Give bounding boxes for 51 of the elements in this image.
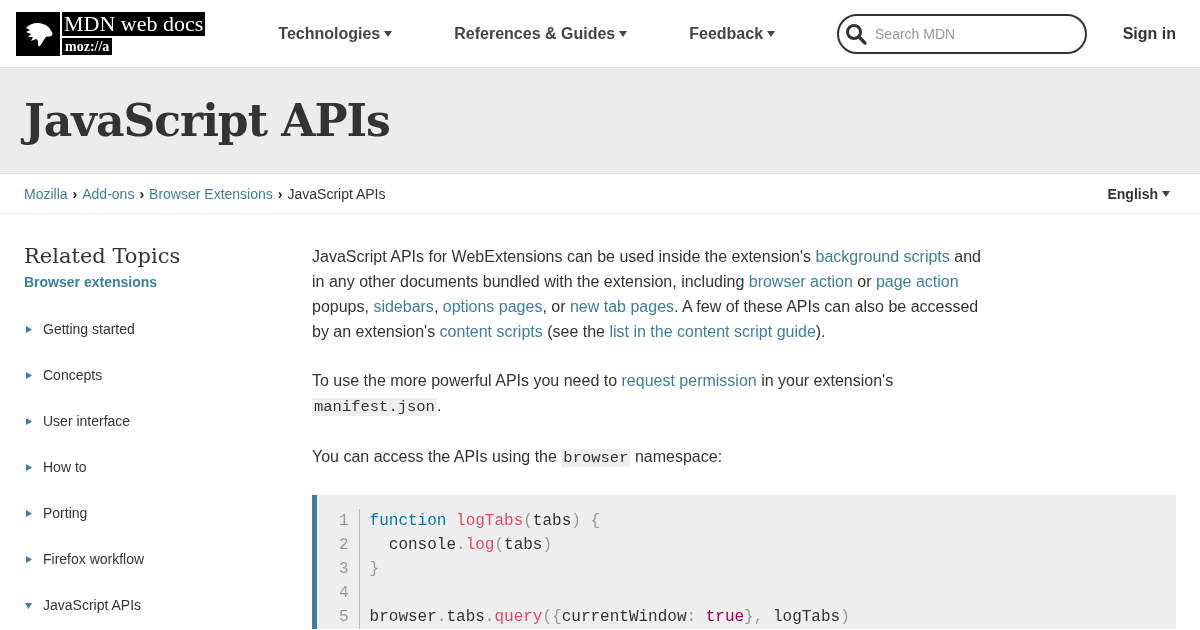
line-number: 2 <box>339 535 349 556</box>
breadcrumb-separator: › <box>72 185 78 202</box>
text-link[interactable]: page action <box>875 273 959 290</box>
code-line: } <box>369 559 381 580</box>
line-number: 5 <box>339 607 349 628</box>
sidebar-heading: Related Topics <box>24 244 182 268</box>
line-number: 3 <box>339 559 349 580</box>
breadcrumb-link[interactable]: Mozilla <box>24 185 68 202</box>
code-line: function logTabs(tabs) { <box>369 511 602 532</box>
breadcrumb-link[interactable]: Add-ons <box>82 185 135 202</box>
code-line: console.log(tabs) <box>387 535 554 556</box>
sidebar-item[interactable]: Concepts <box>43 367 103 383</box>
logo-title: MDN web docs <box>62 11 206 36</box>
caret-icon <box>619 30 628 37</box>
sidebar-item[interactable]: JavaScript APIs <box>43 597 142 613</box>
code-line: browser.tabs.query({currentWindow: true}, logTabs) <box>369 607 850 628</box>
language-selector[interactable]: English <box>1107 185 1170 202</box>
text-link[interactable]: sidebars <box>373 298 434 315</box>
body-paragraph: You can access the APIs using the browser namespace: <box>312 447 724 469</box>
text-link[interactable]: options pages <box>442 298 543 315</box>
nav-menu-item[interactable]: Feedback <box>689 24 776 43</box>
caret-icon <box>767 30 776 37</box>
line-number: 4 <box>339 583 349 604</box>
caret-icon <box>1162 190 1170 197</box>
sidebar-item[interactable]: Porting <box>43 505 88 521</box>
sidebar-item[interactable]: How to <box>43 459 87 475</box>
search-field[interactable]: Search MDN <box>837 13 1088 54</box>
nav-menu-item[interactable]: Technologies <box>278 24 393 43</box>
nav-menu-item[interactable]: References & Guides <box>454 24 628 43</box>
caret-icon <box>384 30 393 37</box>
text-link[interactable]: list in the content script guide <box>609 323 816 340</box>
breadcrumb-separator: › <box>139 185 145 202</box>
text-link[interactable]: browser action <box>748 273 853 290</box>
breadcrumb-separator: › <box>277 185 283 202</box>
body-paragraph: JavaScript APIs for WebExtensions can be used inside the extension's background scripts and in any other documents bundled with the extension, including browser action or page action popups, sidebars, options pages, or new tab pages. A few of these APIs can also be accessed by an extension's content scripts (see the list in the content script guide). <box>312 247 982 342</box>
sign-in-link[interactable]: Sign in <box>1122 24 1176 43</box>
text-link[interactable]: content scripts <box>439 323 543 340</box>
sidebar-section-link[interactable]: Browser extensions <box>24 274 312 290</box>
sidebar-item[interactable]: User interface <box>43 413 131 429</box>
site-logo[interactable]: MDN web docs moz://a <box>16 11 206 56</box>
logo-subtitle: moz://a <box>62 37 113 55</box>
search-icon <box>845 22 868 45</box>
sidebar-item[interactable]: Firefox workflow <box>43 551 145 567</box>
line-number: 1 <box>339 511 349 532</box>
text-link[interactable]: background scripts <box>815 248 950 265</box>
text-link[interactable]: request permission <box>621 372 757 389</box>
breadcrumb-current[interactable]: JavaScript APIs <box>287 185 386 202</box>
breadcrumb-link[interactable]: Browser Extensions <box>149 185 273 202</box>
dinosaur-head-icon <box>16 11 60 56</box>
body-paragraph: To use the more powerful APIs you need to request permission in your extension's manifest.json. <box>312 371 895 418</box>
sidebar-item[interactable]: Getting started <box>43 321 135 337</box>
